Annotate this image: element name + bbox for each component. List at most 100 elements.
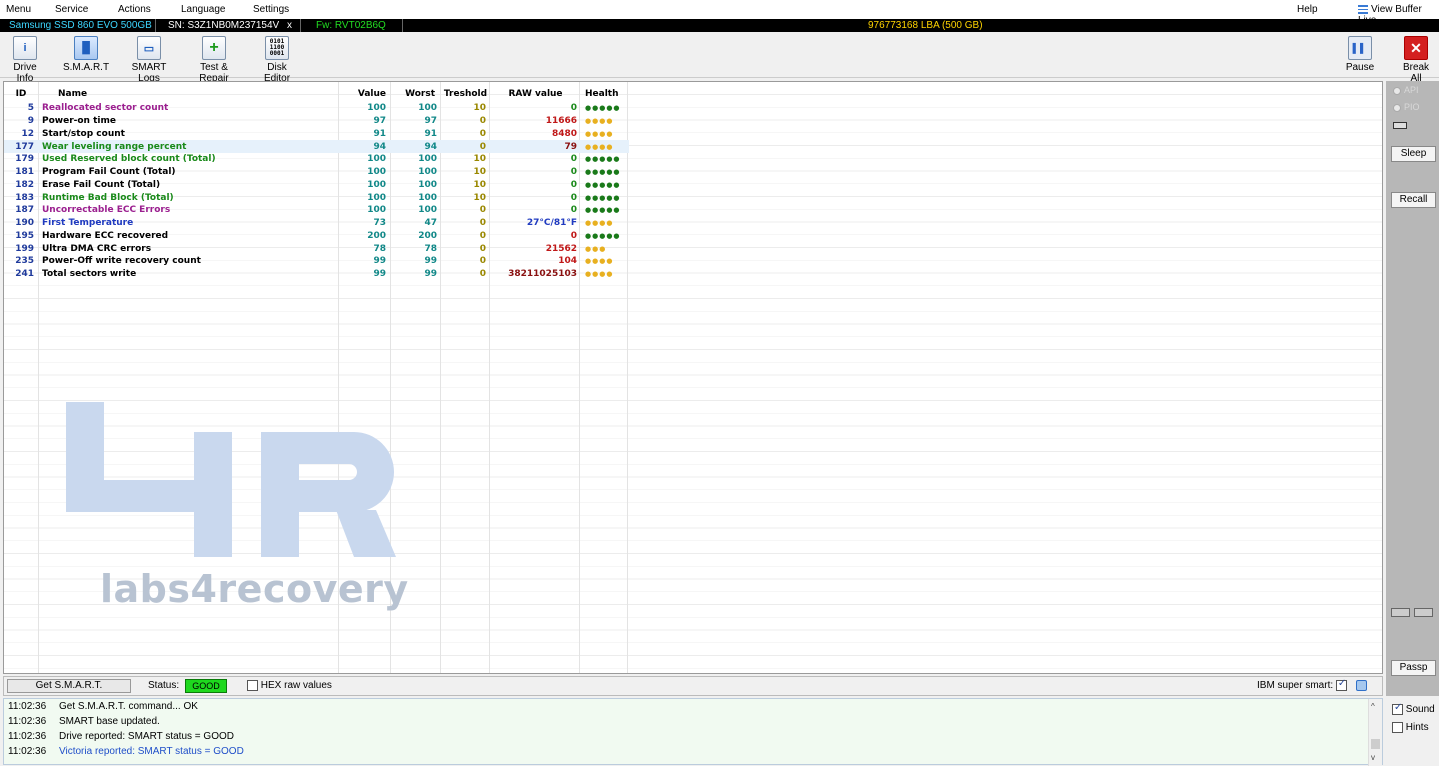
attr-raw-value: 0 — [570, 192, 577, 203]
recall-button[interactable]: Recall — [1391, 192, 1436, 208]
hints-checkbox[interactable] — [1392, 722, 1403, 733]
break-all-button[interactable]: ✕ Break All — [1397, 36, 1435, 84]
log-time: 11:02:36 — [8, 746, 47, 757]
menu-item-language[interactable]: Language — [181, 4, 226, 15]
attr-worst: 94 — [390, 140, 441, 153]
attr-id: 195 — [15, 230, 34, 241]
table-row[interactable]: 12 Start/stop count 91 91 0 8480 ●●●● — [4, 128, 629, 141]
log-time: 11:02:36 — [8, 731, 47, 742]
sleep-button[interactable]: Sleep — [1391, 146, 1436, 162]
sound-option[interactable]: Sound — [1392, 702, 1435, 716]
attr-threshold: 0 — [479, 269, 486, 280]
attr-raw-value: 0 — [570, 179, 577, 190]
hex-raw-values-option[interactable]: HEX raw values — [247, 680, 332, 691]
binary-icon: 0101 1100 0001 — [265, 36, 289, 60]
menu-item-settings[interactable]: Settings — [253, 4, 289, 15]
small-button-left[interactable] — [1391, 608, 1410, 617]
attr-id: 241 — [15, 269, 34, 280]
get-smart-button[interactable]: Get S.M.A.R.T. — [7, 679, 131, 693]
table-row[interactable]: 9 Power-on time 97 97 0 11666 ●●●● — [4, 115, 629, 128]
attr-value: 91 — [373, 128, 386, 139]
menu-item-actions[interactable]: Actions — [118, 4, 151, 15]
table-row[interactable]: 183 Runtime Bad Block (Total) 100 100 10 0 ●●●… — [4, 191, 629, 204]
attr-name: Wear leveling range percent — [38, 140, 338, 153]
attr-id: 235 — [15, 256, 34, 267]
attr-threshold: 0 — [479, 218, 486, 229]
small-button-right[interactable] — [1414, 608, 1433, 617]
attr-name: Runtime Bad Block (Total) — [42, 192, 174, 203]
passp-button[interactable]: Passp — [1391, 660, 1436, 676]
col-header-health[interactable]: Health — [581, 86, 629, 102]
table-row[interactable]: 182 Erase Fail Count (Total) 100 100 10 0 ●●●●… — [4, 179, 629, 192]
attr-name: Ultra DMA CRC errors — [42, 243, 152, 254]
attr-id: 179 — [15, 154, 34, 165]
ibm-indicator[interactable] — [1356, 680, 1367, 691]
menu-item-help[interactable]: Help — [1297, 4, 1318, 15]
ibm-super-smart-checkbox[interactable] — [1335, 678, 1347, 691]
col-header-name[interactable]: Name — [38, 86, 338, 102]
attr-value: 97 — [373, 116, 386, 127]
table-row[interactable]: 241 Total sectors write 99 99 0 38211025103 ●●… — [4, 268, 629, 281]
attr-name: Erase Fail Count (Total) — [42, 179, 161, 190]
log-scrollbar[interactable]: ^ v — [1368, 699, 1382, 766]
attr-name: Program Fail Count (Total) — [42, 167, 176, 178]
attr-id: 183 — [15, 192, 34, 203]
watermark-text: labs4recovery — [100, 567, 409, 611]
drive-close-button[interactable]: x — [287, 19, 292, 32]
test-repair-button[interactable]: + Test & Repair — [185, 36, 243, 84]
attr-value: 100 — [367, 205, 386, 216]
table-row[interactable]: 187 Uncorrectable ECC Errors 100 100 0 0 ●●●●● — [4, 204, 629, 217]
hex-raw-checkbox[interactable] — [247, 680, 258, 691]
drive-model[interactable]: Samsung SSD 860 EVO 500GB — [9, 19, 152, 32]
menu-item-service[interactable]: Service — [55, 4, 88, 15]
col-header-worst[interactable]: Worst — [390, 86, 441, 102]
attr-worst: 91 — [424, 128, 437, 139]
attr-worst: 100 — [418, 167, 437, 178]
smart-logs-button[interactable]: ▭ SMART Logs — [122, 36, 176, 84]
pause-button[interactable]: ▌▌ Pause — [1345, 36, 1375, 73]
api-radio[interactable]: API — [1393, 85, 1419, 95]
scroll-thumb[interactable] — [1371, 739, 1380, 749]
attr-threshold: 0 — [479, 116, 486, 127]
attr-worst: 99 — [424, 269, 437, 280]
table-row[interactable]: 235 Power-Off write recovery count 99 99 0 10… — [4, 255, 629, 268]
sound-checkbox[interactable] — [1392, 702, 1403, 715]
drive-info-button[interactable]: i Drive Info — [4, 36, 46, 84]
pio-radio[interactable]: PIO — [1393, 102, 1420, 112]
col-header-threshold[interactable]: Treshold — [441, 86, 490, 102]
menu-item-menu[interactable]: Menu — [6, 4, 31, 15]
table-row[interactable]: 5 Reallocated sector count 100 100 10 0 ●●●●● — [4, 102, 629, 115]
table-row[interactable]: 199 Ultra DMA CRC errors 78 78 0 21562 ●●● — [4, 242, 629, 255]
toolbar: i Drive Info ▐▌ S.M.A.R.T ▭ SMART Logs +… — [0, 32, 1439, 84]
col-header-raw[interactable]: RAW value — [490, 86, 581, 102]
table-row[interactable]: 190 First Temperature 73 47 0 27°C/81°F ●●●● — [4, 217, 629, 230]
log-panel: 11:02:36 Get S.M.A.R.T. command... OK 11:… — [3, 698, 1383, 766]
scroll-down-icon[interactable]: v — [1371, 753, 1375, 762]
hints-option[interactable]: Hints — [1392, 722, 1429, 733]
sound-label: Sound — [1405, 704, 1435, 716]
table-header-row: ID Name Value Worst Treshold RAW value H… — [4, 86, 629, 102]
attr-value: 73 — [373, 218, 386, 229]
ibm-super-smart-option[interactable]: IBM super smart: — [1257, 678, 1347, 691]
attr-name: Reallocated sector count — [42, 103, 169, 114]
attr-id: 177 — [4, 140, 38, 153]
disk-editor-button[interactable]: 0101 1100 0001 Disk Editor — [254, 36, 300, 84]
status-badge: GOOD — [185, 679, 227, 693]
log-line: 11:02:36 Victoria reported: SMART status … — [4, 744, 1382, 759]
separator — [402, 19, 403, 32]
attr-id: 182 — [15, 179, 34, 190]
table-row[interactable]: 195 Hardware ECC recovered 200 200 0 0 ●●●●● — [4, 230, 629, 243]
smart-button[interactable]: ▐▌ S.M.A.R.T — [62, 36, 110, 73]
table-row[interactable]: 181 Program Fail Count (Total) 100 100 10 0 ●●… — [4, 166, 629, 179]
table-row[interactable]: 179 Used Reserved block count (Total) 100 1… — [4, 153, 629, 166]
col-header-id[interactable]: ID — [4, 86, 38, 102]
drive-serial: SN: S3Z1NB0M237154V — [168, 20, 280, 31]
scroll-up-icon[interactable]: ^ — [1371, 702, 1375, 711]
table-row[interactable]: 177 Wear leveling range percent 94 94 0 79 ●●●… — [4, 140, 629, 153]
attr-raw-value: 0 — [570, 205, 577, 216]
attr-raw-value: 0 — [570, 154, 577, 165]
device-indicator-icon — [1393, 122, 1407, 129]
log-line: 11:02:36 Drive reported: SMART status = G… — [4, 729, 1382, 744]
col-header-value[interactable]: Value — [338, 86, 390, 102]
attr-name: Hardware ECC recovered — [42, 230, 169, 241]
